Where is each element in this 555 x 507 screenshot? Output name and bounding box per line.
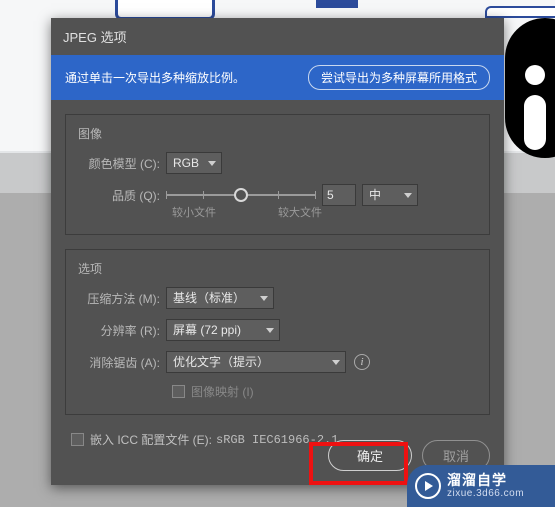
watermark-url: zixue.3d66.com: [447, 488, 524, 499]
export-banner: 通过单击一次导出多种缩放比例。 尝试导出为多种屏幕所用格式: [51, 55, 504, 100]
color-model-label: 颜色模型 (C):: [78, 155, 166, 172]
watermark: 溜溜自学 zixue.3d66.com: [407, 465, 555, 507]
image-panel-heading: 图像: [78, 125, 477, 142]
quality-slider[interactable]: [166, 184, 316, 206]
quality-label: 品质 (Q):: [78, 187, 166, 204]
dialog-title: JPEG 选项: [51, 18, 504, 55]
options-panel-heading: 选项: [78, 260, 477, 277]
try-export-button[interactable]: 尝试导出为多种屏幕所用格式: [308, 65, 490, 90]
image-panel: 图像 颜色模型 (C): RGB 品质 (Q):: [65, 114, 490, 235]
watermark-cn: 溜溜自学: [447, 473, 524, 488]
slider-min-caption: 较小文件: [172, 204, 216, 220]
ok-button[interactable]: 确定: [328, 440, 412, 471]
imagemap-label: 图像映射 (I): [191, 383, 254, 400]
bg-decor: [485, 6, 555, 18]
embed-icc-checkbox[interactable]: [71, 433, 84, 446]
resolution-select[interactable]: 屏幕 (72 ppi): [166, 319, 280, 341]
imagemap-checkbox[interactable]: [172, 385, 185, 398]
embed-icc-value: sRGB IEC61966-2.1: [216, 433, 338, 447]
antialias-select[interactable]: 优化文字（提示）: [166, 351, 346, 373]
color-model-select[interactable]: RGB: [166, 152, 222, 174]
compression-label: 压缩方法 (M):: [78, 290, 166, 307]
banner-text: 通过单击一次导出多种缩放比例。: [65, 69, 245, 86]
options-panel: 选项 压缩方法 (M): 基线（标准） 分辨率 (R): 屏幕 (72 ppi)…: [65, 249, 490, 415]
antialias-label: 消除锯齿 (A):: [78, 354, 166, 371]
compression-select[interactable]: 基线（标准）: [166, 287, 274, 309]
bg-decor: [316, 0, 358, 8]
bg-decor: [115, 0, 215, 20]
quality-input[interactable]: [322, 184, 356, 206]
slider-max-caption: 较大文件: [278, 204, 322, 220]
quality-preset-select[interactable]: 中: [362, 184, 418, 206]
bg-exclaim-bar: [524, 95, 546, 150]
slider-captions: 较小文件 较大文件: [172, 204, 322, 220]
embed-icc-label: 嵌入 ICC 配置文件 (E):: [90, 431, 212, 448]
bg-exclaim-dot: [525, 65, 545, 85]
jpeg-options-dialog: JPEG 选项 通过单击一次导出多种缩放比例。 尝试导出为多种屏幕所用格式 图像…: [51, 18, 504, 485]
play-logo-icon: [415, 473, 441, 499]
slider-thumb[interactable]: [234, 188, 248, 202]
resolution-label: 分辨率 (R):: [78, 322, 166, 339]
info-icon[interactable]: i: [354, 354, 370, 370]
